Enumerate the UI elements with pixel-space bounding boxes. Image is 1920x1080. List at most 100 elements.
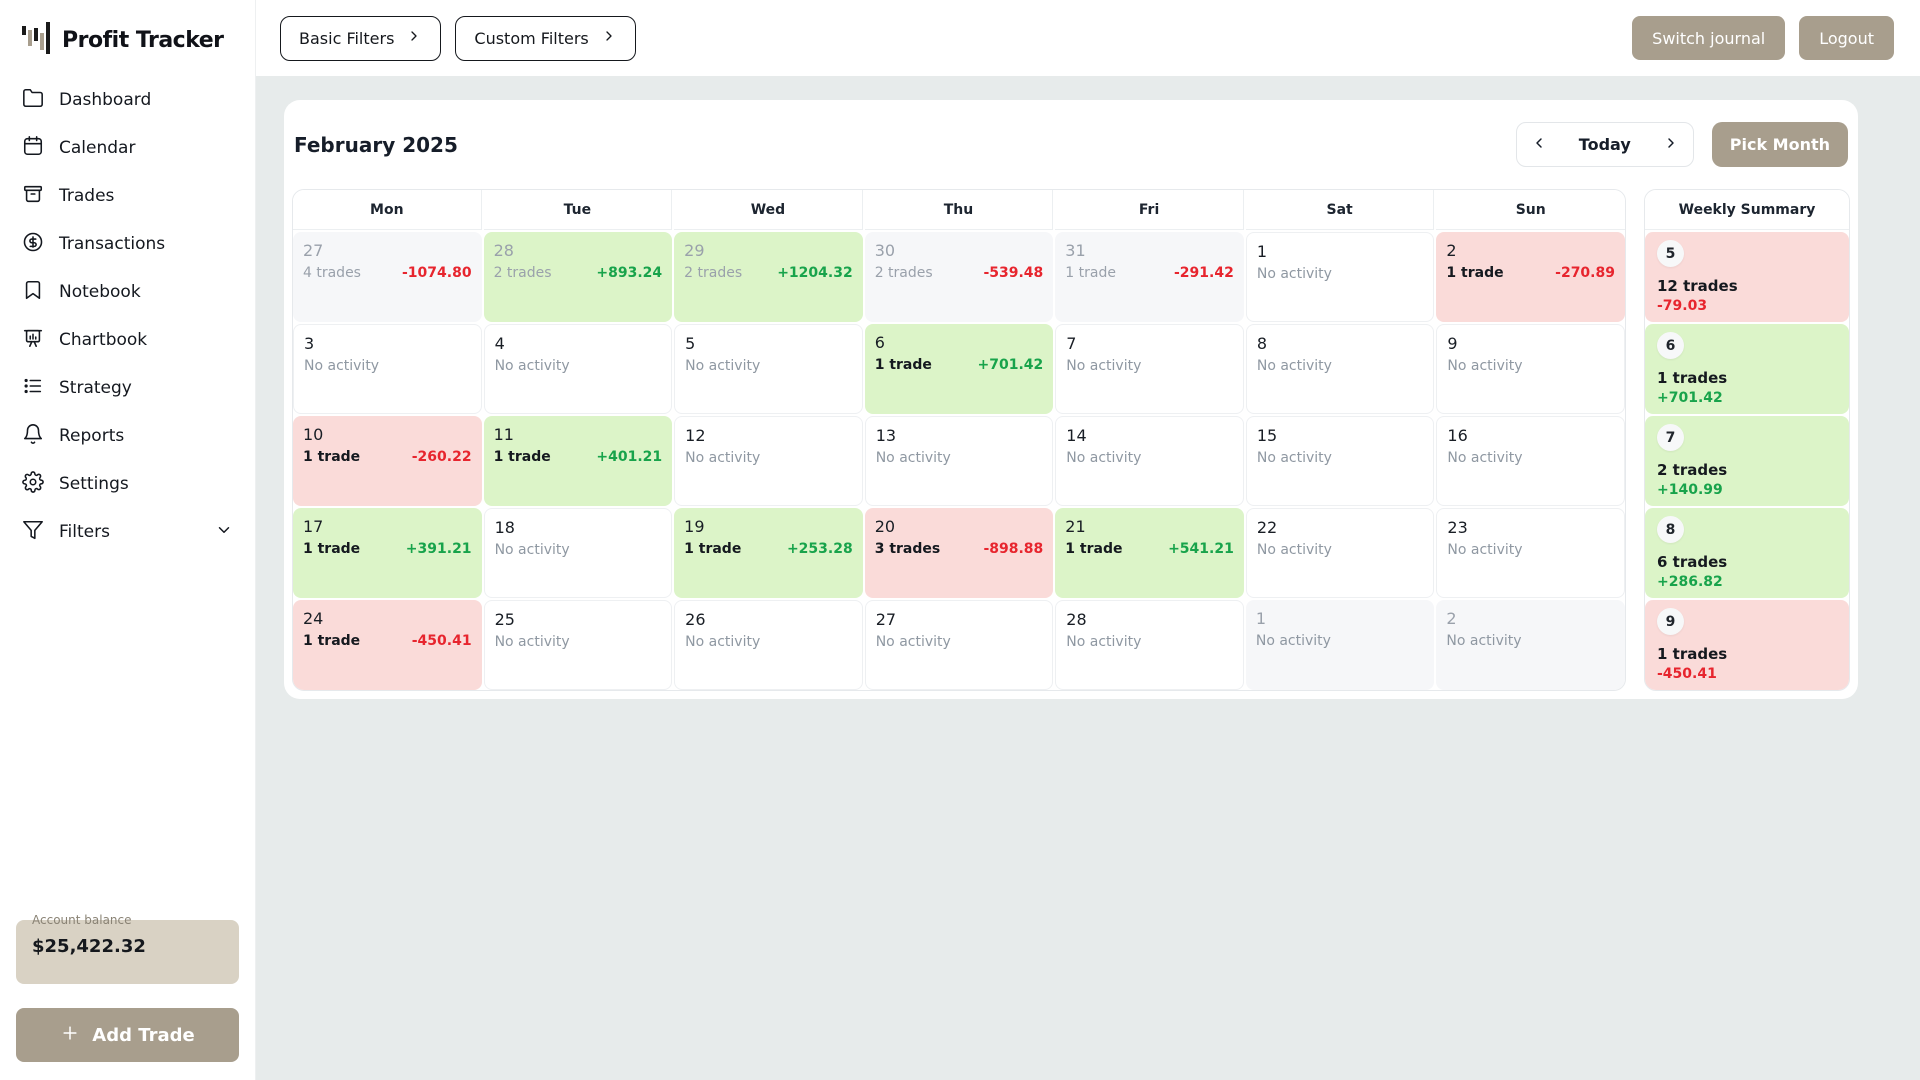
chevron-right-icon [1663,135,1679,154]
day-cell-23[interactable]: 23No activity [1436,508,1625,598]
prev-month-button[interactable] [1517,123,1561,166]
custom-filters-button[interactable]: Custom Filters [455,16,635,61]
day-cell-14[interactable]: 14 No activity [1055,416,1244,506]
sidebar-item-calendar[interactable]: Calendar [16,124,239,172]
day-cell-detail: No activity [1066,634,1233,650]
day-number: 20 [875,517,1044,536]
trade-count: 1 trade [303,449,360,465]
day-cell-24[interactable]: 241 trade-450.41 [293,600,482,690]
next-month-button[interactable] [1649,123,1693,166]
day-number: 21 [1065,517,1234,536]
sidebar-item-settings[interactable]: Settings [16,460,239,508]
pl-value: -1074.80 [402,265,472,281]
sidebar-item-chartbook[interactable]: Chartbook [16,316,239,364]
sidebar-item-filters[interactable]: Filters [16,508,239,556]
basic-filters-button[interactable]: Basic Filters [280,16,441,61]
day-cell-detail: No activity [876,450,1043,466]
day-cell-detail: 1 trade+701.42 [875,357,1044,373]
day-cell-28[interactable]: 282 trades+893.24 [484,232,673,322]
pl-value: +391.21 [406,541,472,557]
day-cell-detail: No activity [304,358,471,374]
day-cell-29[interactable]: 292 trades+1204.32 [674,232,863,322]
day-cell-1[interactable]: 1No activity [1246,232,1435,322]
day-cell-31[interactable]: 311 trade-291.42 [1055,232,1244,322]
day-cell-13[interactable]: 13 No activity [865,416,1054,506]
weekly-summary-detail: 12 trades-79.03 [1657,277,1837,314]
add-trade-button[interactable]: Add Trade [16,1008,239,1062]
sidebar-item-label: Chartbook [59,330,147,350]
weekly-summary-detail: 1 trades+701.42 [1657,369,1837,406]
day-cell-1[interactable]: 1No activity [1246,600,1435,690]
day-cell-30[interactable]: 302 trades-539.48 [865,232,1054,322]
day-cell-27[interactable]: 274 trades-1074.80 [293,232,482,322]
day-cell-28[interactable]: 28No activity [1055,600,1244,690]
switch-journal-button[interactable]: Switch journal [1632,16,1785,60]
weekly-summary-card-week-5: 512 trades-79.03 [1645,232,1849,322]
day-number: 13 [876,426,1043,445]
day-number: 26 [685,610,852,629]
day-header-sat: Sat [1246,190,1435,230]
today-button[interactable]: Today [1561,123,1649,166]
logout-button[interactable]: Logout [1799,16,1894,60]
day-number: 14 [1066,426,1233,445]
day-number: 1 [1256,609,1425,628]
pick-month-button[interactable]: Pick Month [1712,122,1848,167]
day-cell-detail: 1 trade+253.28 [684,541,853,557]
day-cell-3[interactable]: 3No activity [293,324,482,414]
plus-icon [60,1023,80,1048]
day-number: 24 [303,609,472,628]
sidebar-item-label: Filters [59,522,110,542]
sidebar-item-trades[interactable]: Trades [16,172,239,220]
day-cell-detail: No activity [1257,542,1424,558]
day-cell-21[interactable]: 211 trade+541.21 [1055,508,1244,598]
day-cell-12[interactable]: 12No activity [674,416,863,506]
day-cell-5[interactable]: 5No activity [674,324,863,414]
day-cell-7[interactable]: 7No activity [1055,324,1244,414]
day-number: 2 [1446,609,1615,628]
day-cell-9[interactable]: 9No activity [1436,324,1625,414]
weekly-trade-count: 12 trades [1657,277,1837,295]
sidebar-item-reports[interactable]: Reports [16,412,239,460]
no-activity-label: No activity [685,450,760,466]
day-cell-26[interactable]: 26 No activity [674,600,863,690]
sidebar: Profit Tracker Dashboard Calendar Trades… [0,0,256,1080]
day-cell-22[interactable]: 22No activity [1246,508,1435,598]
no-activity-label: No activity [685,634,760,650]
sidebar-item-dashboard[interactable]: Dashboard [16,76,239,124]
day-cell-10[interactable]: 101 trade-260.22 [293,416,482,506]
day-cell-8[interactable]: 8No activity [1246,324,1435,414]
weekly-summary-card-week-7: 72 trades+140.99 [1645,416,1849,506]
day-cell-17[interactable]: 171 trade+391.21 [293,508,482,598]
pl-value: -898.88 [983,541,1043,557]
no-activity-label: No activity [1446,633,1521,649]
sidebar-item-notebook[interactable]: Notebook [16,268,239,316]
day-number: 19 [684,517,853,536]
day-cell-detail: No activity [1446,633,1615,649]
day-cell-2[interactable]: 21 trade-270.89 [1436,232,1625,322]
weekly-pl-value: +140.99 [1657,482,1837,498]
sidebar-item-transactions[interactable]: Transactions [16,220,239,268]
pl-value: +893.24 [596,265,662,281]
day-cell-detail: 4 trades-1074.80 [303,265,472,281]
day-cell-2[interactable]: 2 No activity [1436,600,1625,690]
calendar-header: February 2025 Today Pick Month [292,122,1850,167]
day-cell-11[interactable]: 111 trade+401.21 [484,416,673,506]
day-cell-18[interactable]: 18No activity [484,508,673,598]
pl-value: -260.22 [412,449,472,465]
no-activity-label: No activity [1066,634,1141,650]
day-number: 29 [684,241,853,260]
day-cell-detail: No activity [1066,450,1233,466]
day-cell-6[interactable]: 61 trade+701.42 [865,324,1054,414]
sidebar-item-strategy[interactable]: Strategy [16,364,239,412]
day-cell-19[interactable]: 19 1 trade+253.28 [674,508,863,598]
day-cell-20[interactable]: 203 trades-898.88 [865,508,1054,598]
day-cell-15[interactable]: 15No activity [1246,416,1435,506]
chart-board-icon [22,327,44,354]
sidebar-item-label: Reports [59,426,124,446]
day-cell-detail: No activity [495,358,662,374]
day-cell-16[interactable]: 16No activity [1436,416,1625,506]
day-cell-27[interactable]: 27No activity [865,600,1054,690]
day-cell-25[interactable]: 25No activity [484,600,673,690]
day-cell-4[interactable]: 4No activity [484,324,673,414]
day-cell-detail: 2 trades+893.24 [494,265,663,281]
